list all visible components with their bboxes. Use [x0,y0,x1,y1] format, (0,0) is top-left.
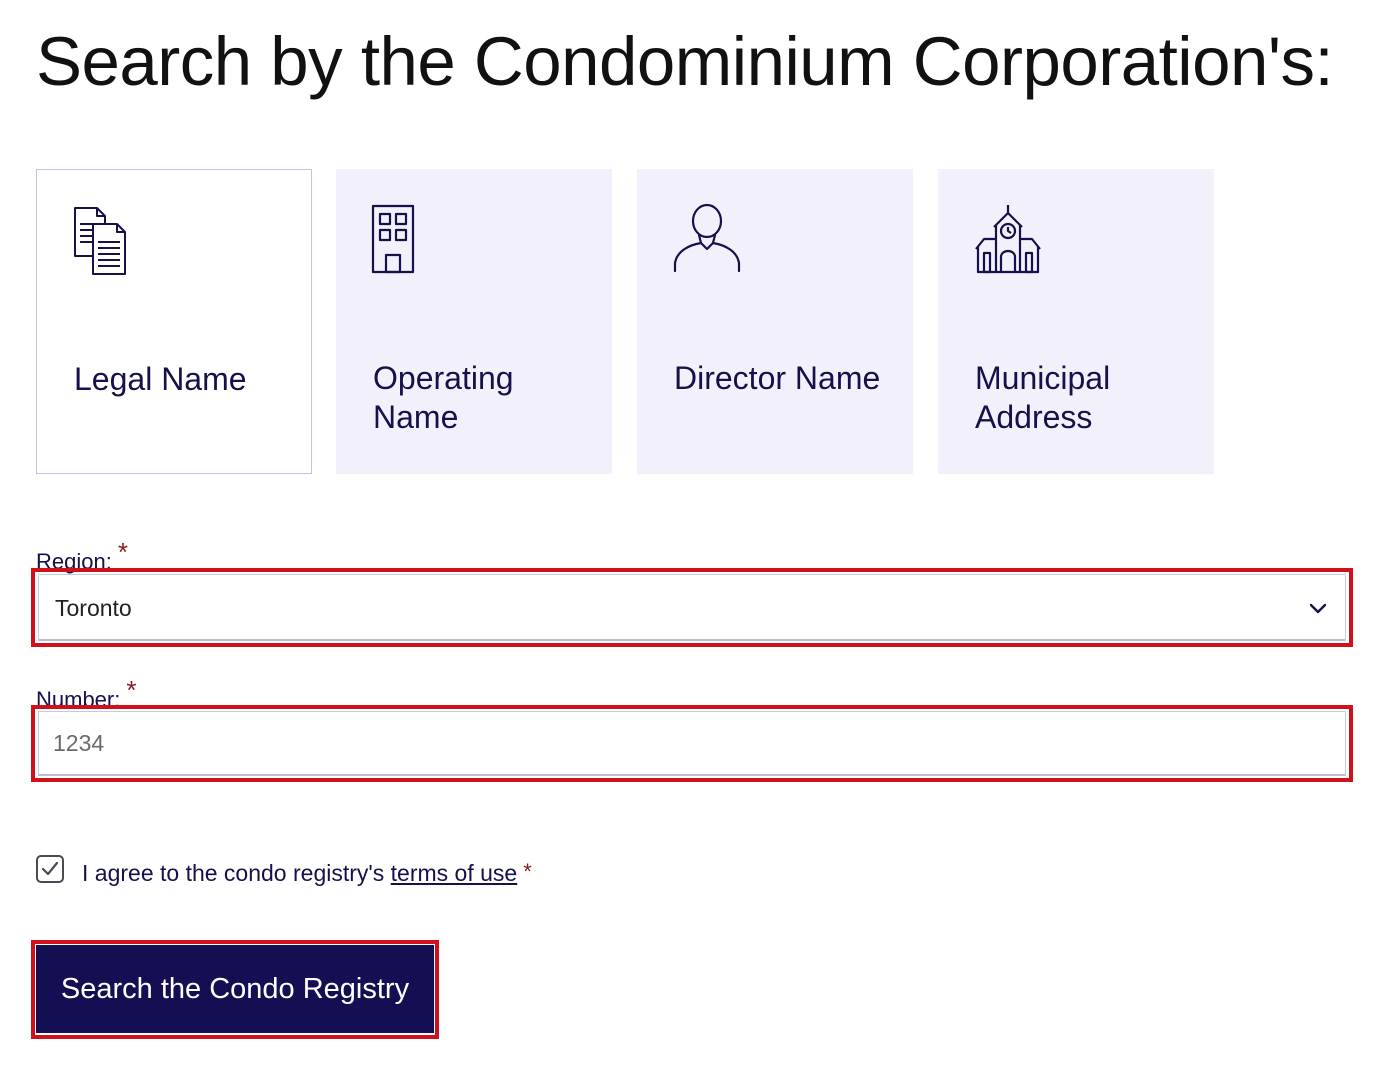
terms-of-use-link[interactable]: terms of use [391,860,518,886]
required-asterisk: * [117,537,128,567]
search-button[interactable]: Search the Condo Registry [36,945,434,1033]
region-value: Toronto [55,595,132,621]
building-icon [370,203,442,275]
chevron-down-icon [1307,597,1329,619]
option-label: Director Name [674,360,881,396]
option-label: Operating Name [373,360,514,435]
option-operating-name[interactable]: Operating Name [336,169,612,474]
option-director-name[interactable]: Director Name [637,169,913,474]
terms-text: I agree to the condo registry's [82,860,385,886]
required-asterisk: * [523,859,532,884]
city-hall-icon [972,203,1044,275]
documents-icon [71,204,143,276]
person-icon [671,203,743,275]
number-input[interactable] [38,711,1346,776]
terms-agreement: I agree to the condo registry's terms of… [82,859,532,887]
option-label: Legal Name [74,361,247,397]
option-municipal-address[interactable]: Municipal Address [938,169,1214,474]
required-asterisk: * [126,675,137,705]
page-title: Search by the Condominium Corporation's: [36,23,1334,100]
terms-checkbox[interactable] [36,855,64,883]
checkmark-icon [41,861,59,876]
option-legal-name[interactable]: Legal Name [36,169,312,474]
region-select[interactable]: Toronto [38,574,1346,641]
option-label: Municipal Address [975,360,1111,435]
